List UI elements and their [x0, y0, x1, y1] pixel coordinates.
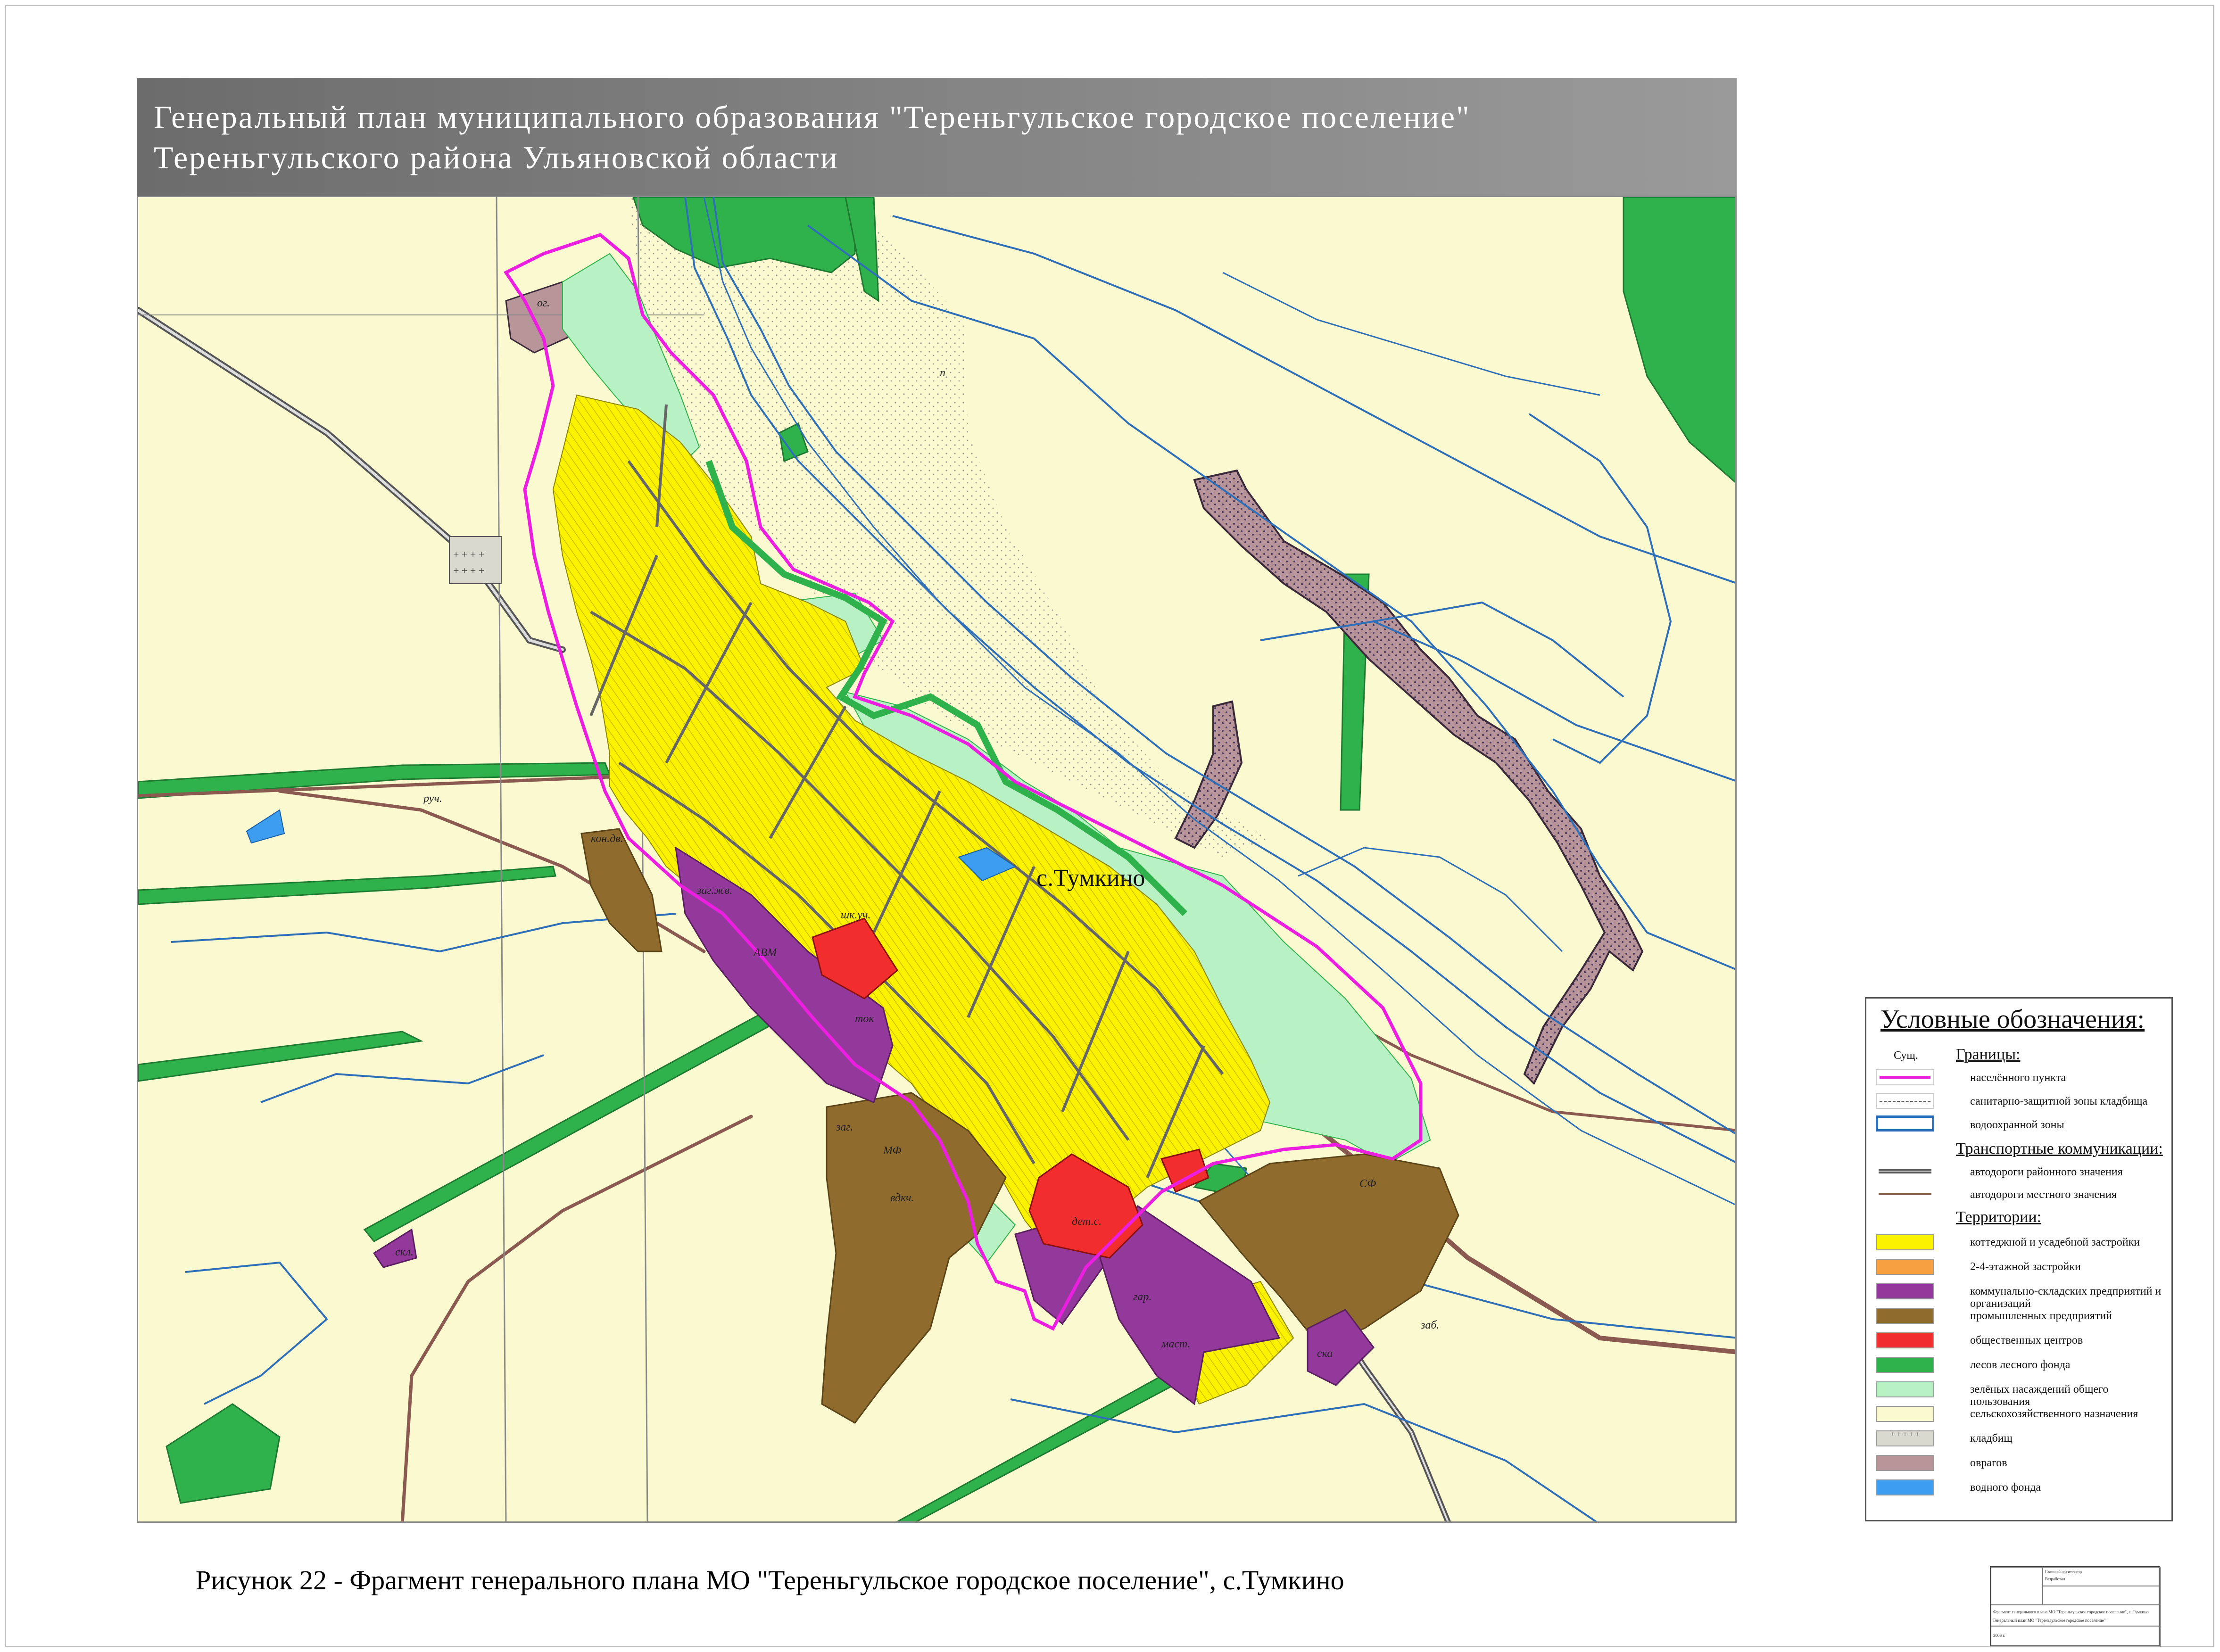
- settlement-name-label: с.Тумкино: [1036, 865, 1145, 892]
- legend-title: Условные обозначения:: [1880, 1005, 2145, 1034]
- legend-label-territory: сельскохозяйственного назначения: [1970, 1408, 2138, 1420]
- legend-heading-transport: Транспортные коммуникации:: [1956, 1140, 2163, 1157]
- legend-heading-boundaries: Границы:: [1956, 1046, 2021, 1063]
- legend-label-territory: общественных центров: [1970, 1334, 2083, 1346]
- legend-label-local-road: автодороги местного значения: [1970, 1189, 2117, 1201]
- stamp-row-2: Разработал: [2045, 1577, 2065, 1581]
- map-label-tok: ток: [855, 1013, 874, 1025]
- legend-label-territory: промышленных предприятий: [1970, 1310, 2112, 1322]
- legend-swatch-territory: + + + + +: [1876, 1430, 1934, 1446]
- legend-swatch-water-protection: [1876, 1115, 1934, 1132]
- legend-existing-label: Сущ.: [1894, 1049, 1918, 1062]
- map-title-line-1: Генеральный план муниципального образова…: [154, 99, 1471, 135]
- stamp-cell-description: [1991, 1605, 2161, 1626]
- svg-text:+ + + +: + + + +: [453, 548, 484, 560]
- map-label-gar: гар.: [1133, 1291, 1152, 1303]
- map-label-det-s: дет.с.: [1072, 1215, 1102, 1228]
- map-label-ska: ска: [1317, 1347, 1333, 1360]
- map-view[interactable]: + + + + + + + + с.Тумкино ог. руч. кон.д…: [137, 196, 1737, 1523]
- legend-label-territory: коммунально-складских предприятий и орга…: [1970, 1285, 2162, 1310]
- legend-label-cemetery-zone: санитарно-защитной зоны кладбища: [1970, 1095, 2148, 1107]
- legend-swatch-settlement-boundary: [1876, 1069, 1934, 1085]
- legend-label-territory: лесов лесного фонда: [1970, 1359, 2071, 1371]
- map-legend: Условные обозначения: Сущ. Границы: насе…: [1865, 997, 2173, 1521]
- map-label-kon-dv: кон.дв.: [591, 833, 623, 845]
- legend-label-territory: зелёных насаждений общего пользования: [1970, 1383, 2109, 1408]
- map-label-p: п: [940, 367, 945, 379]
- cemetery: + + + + + + + +: [449, 536, 502, 584]
- map-label-mf: МФ: [883, 1145, 902, 1157]
- legend-swatch-territory: [1876, 1259, 1934, 1275]
- legend-label-territory: кладбищ: [1970, 1432, 2013, 1445]
- legend-swatch-district-road: [1876, 1164, 1934, 1180]
- stamp-note-1: Фрагмент генерального плана МО "Тереньгу…: [1993, 1610, 2149, 1614]
- legend-label-territory: 2-4-этажной застройки: [1970, 1261, 2081, 1273]
- legend-swatch-territory: [1876, 1406, 1934, 1422]
- legend-swatch-local-road: [1876, 1186, 1934, 1202]
- stamp-note-2: Генеральный план МО "Тереньгульское горо…: [1993, 1618, 2106, 1623]
- map-label-zag-zh: заг.жв.: [697, 884, 733, 897]
- stamp-row-1: Главный архитектор: [2045, 1569, 2082, 1574]
- stamp-cell-project: [2043, 1586, 2161, 1605]
- stamp-cell-signatures: [1991, 1567, 2043, 1605]
- legend-label-territory: оврагов: [1970, 1457, 2007, 1469]
- legend-label-district-road: автодороги районного значения: [1970, 1166, 2123, 1178]
- legend-swatch-territory: [1876, 1234, 1934, 1250]
- legend-swatch-territory: [1876, 1283, 1934, 1299]
- map-label-skl: скл.: [395, 1246, 414, 1258]
- legend-label-territory: коттеджной и усадебной застройки: [1970, 1236, 2140, 1248]
- title-block-stamp: Главный архитектор Разработал Фрагмент г…: [1990, 1566, 2161, 1647]
- svg-text:+ + + +: + + + +: [453, 565, 484, 577]
- legend-swatch-territory: [1876, 1479, 1934, 1495]
- legend-heading-territories: Территории:: [1956, 1208, 2042, 1226]
- map-label-avm: АВМ: [754, 947, 777, 959]
- map-label-sf: СФ: [1359, 1178, 1376, 1190]
- legend-swatch-territory: [1876, 1357, 1934, 1373]
- map-label-shk-uch: шк.уч.: [841, 909, 871, 921]
- figure-caption: Рисунок 22 - Фрагмент генерального плана…: [196, 1565, 1344, 1595]
- legend-label-water-protection: водоохранной зоны: [1970, 1119, 2064, 1131]
- legend-label-territory: водного фонда: [1970, 1481, 2041, 1494]
- legend-swatch-territory: [1876, 1455, 1934, 1471]
- map-label-zab: заб.: [1421, 1319, 1440, 1331]
- map-label-mast: маст.: [1161, 1338, 1191, 1350]
- stamp-year: 2006 г.: [1993, 1633, 2005, 1638]
- map-label-og: ог.: [537, 297, 550, 309]
- legend-swatch-territory: [1876, 1308, 1934, 1324]
- legend-label-settlement-boundary: населённого пункта: [1970, 1072, 2066, 1084]
- map-label-zag: заг.: [836, 1121, 853, 1133]
- map-title-bar: Генеральный план муниципального образова…: [137, 78, 1737, 196]
- map-canvas[interactable]: + + + + + + + +: [138, 197, 1737, 1523]
- map-title-line-2: Тереньгульского района Ульяновской облас…: [154, 140, 839, 175]
- legend-swatch-cemetery-zone: [1876, 1093, 1934, 1109]
- legend-swatch-territory: [1876, 1332, 1934, 1348]
- legend-swatch-territory: [1876, 1381, 1934, 1397]
- stamp-cell-footer: [1991, 1626, 2161, 1647]
- map-label-ruch: руч.: [423, 793, 442, 805]
- map-label-vdkch: вдкч.: [890, 1192, 914, 1204]
